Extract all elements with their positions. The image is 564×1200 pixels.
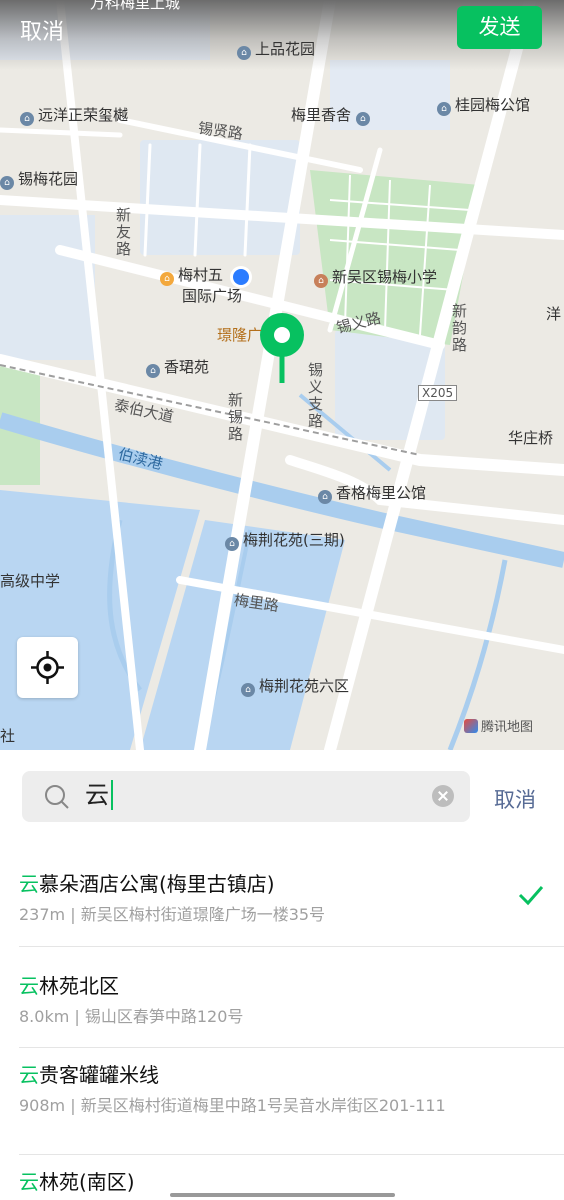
divider <box>19 946 564 947</box>
poi-icon: ⌂ <box>237 46 251 60</box>
map-poi[interactable]: ⌂ 香格梅里公馆 <box>318 482 426 504</box>
divider <box>19 1154 564 1155</box>
poi-icon: ⌂ <box>225 537 239 551</box>
map-poi[interactable]: 高级中学 <box>0 570 60 591</box>
map-poi[interactable]: ⌂ 远洋正荣玺樾 <box>20 104 128 126</box>
poi-icon: ⌂ <box>437 102 451 116</box>
poi-icon: ⌂ <box>0 176 14 190</box>
divider <box>19 1047 564 1048</box>
map-view[interactable]: 万科梅里上城 ⌂ 上品花园 ⌂ 远洋正荣玺樾 梅里香舍 ⌂ ⌂ 桂园梅公馆 ⌂ 锡梅花园… <box>0 0 564 750</box>
map-poi[interactable]: ⌂ 梅村五 <box>160 264 223 286</box>
road-label: 新锡路 <box>228 391 244 443</box>
road-label: 新韵路 <box>452 302 468 354</box>
result-name: 云慕朵酒店公寓(梅里古镇店) <box>19 872 275 896</box>
poi-icon: ⌂ <box>314 274 328 288</box>
map-poi[interactable]: ⌂ 桂园梅公馆 <box>437 94 530 116</box>
poi-icon: ⌂ <box>146 364 160 378</box>
map-poi[interactable]: ⌂ 锡梅花园 <box>0 168 78 190</box>
poi-icon: ⌂ <box>241 683 255 697</box>
road-sign: X205 <box>418 385 458 401</box>
search-query[interactable]: 云 <box>85 780 113 810</box>
map-poi[interactable]: 梅里香舍 ⌂ <box>291 104 374 126</box>
map-poi: 社 <box>0 727 16 745</box>
poi-icon: ⌂ <box>355 112 370 126</box>
search-input[interactable]: 云 <box>22 771 470 822</box>
result-name: 云林苑北区 <box>19 974 119 998</box>
poi-icon: ⌂ <box>318 490 332 504</box>
cancel-search-button[interactable]: 取消 <box>494 784 536 814</box>
locate-button[interactable] <box>17 637 78 698</box>
result-name: 云贵客罐罐米线 <box>19 1063 159 1087</box>
poi-icon: ⌂ <box>20 112 34 126</box>
map-poi[interactable]: ⌂ 上品花园 <box>237 38 315 60</box>
map-attribution: 腾讯地图 <box>464 716 533 735</box>
result-item[interactable]: 云林苑北区 8.0km | 锡山区春笋中路120号 <box>0 965 564 1050</box>
map-poi[interactable]: ⌂ 新吴区锡梅小学 <box>314 266 437 288</box>
search-sheet: 云 取消 云慕朵酒店公寓(梅里古镇店) 237m | 新吴区梅村街道璟隆广场一楼… <box>0 750 564 1200</box>
map-poi[interactable]: 华庄桥 <box>508 427 553 448</box>
map-poi[interactable]: ⌂ 香珺苑 <box>146 356 209 378</box>
map-poi[interactable]: ⌂ 梅荆花苑六区 <box>241 675 349 697</box>
result-address: 908m | 新吴区梅村街道梅里中路1号吴音水岸街区201-111 <box>19 1096 446 1115</box>
map-poi[interactable]: ⌂ 梅荆花苑(三期) <box>225 529 345 551</box>
result-name: 云林苑(南区) <box>19 1170 135 1194</box>
map-poi[interactable]: 洋 <box>546 303 561 324</box>
poi-icon: ⌂ <box>160 272 174 286</box>
road-label: 锡义支路 <box>308 361 324 430</box>
clear-icon[interactable] <box>432 785 454 807</box>
check-icon <box>518 886 544 906</box>
result-address: 8.0km | 锡山区春笋中路120号 <box>19 1007 244 1026</box>
tencent-map-logo-icon <box>464 719 478 733</box>
road-label: 新友路 <box>116 206 132 258</box>
search-icon <box>45 785 69 809</box>
result-address: 237m | 新吴区梅村街道璟隆广场一楼35号 <box>19 905 326 924</box>
result-item[interactable]: 云慕朵酒店公寓(梅里古镇店) 237m | 新吴区梅村街道璟隆广场一楼35号 <box>0 862 564 957</box>
crosshair-icon <box>31 651 64 684</box>
map-label: 万科梅里上城 <box>90 0 181 12</box>
map-poi[interactable]: 璟隆广 <box>217 324 262 345</box>
send-button[interactable]: 发送 <box>457 6 542 49</box>
map-poi[interactable]: 国际广场 <box>182 285 242 306</box>
cancel-button[interactable]: 取消 <box>20 14 64 46</box>
home-indicator <box>170 1193 395 1197</box>
result-item[interactable]: 云贵客罐罐米线 908m | 新吴区梅村街道梅里中路1号吴音水岸街区201-11… <box>0 1057 564 1167</box>
